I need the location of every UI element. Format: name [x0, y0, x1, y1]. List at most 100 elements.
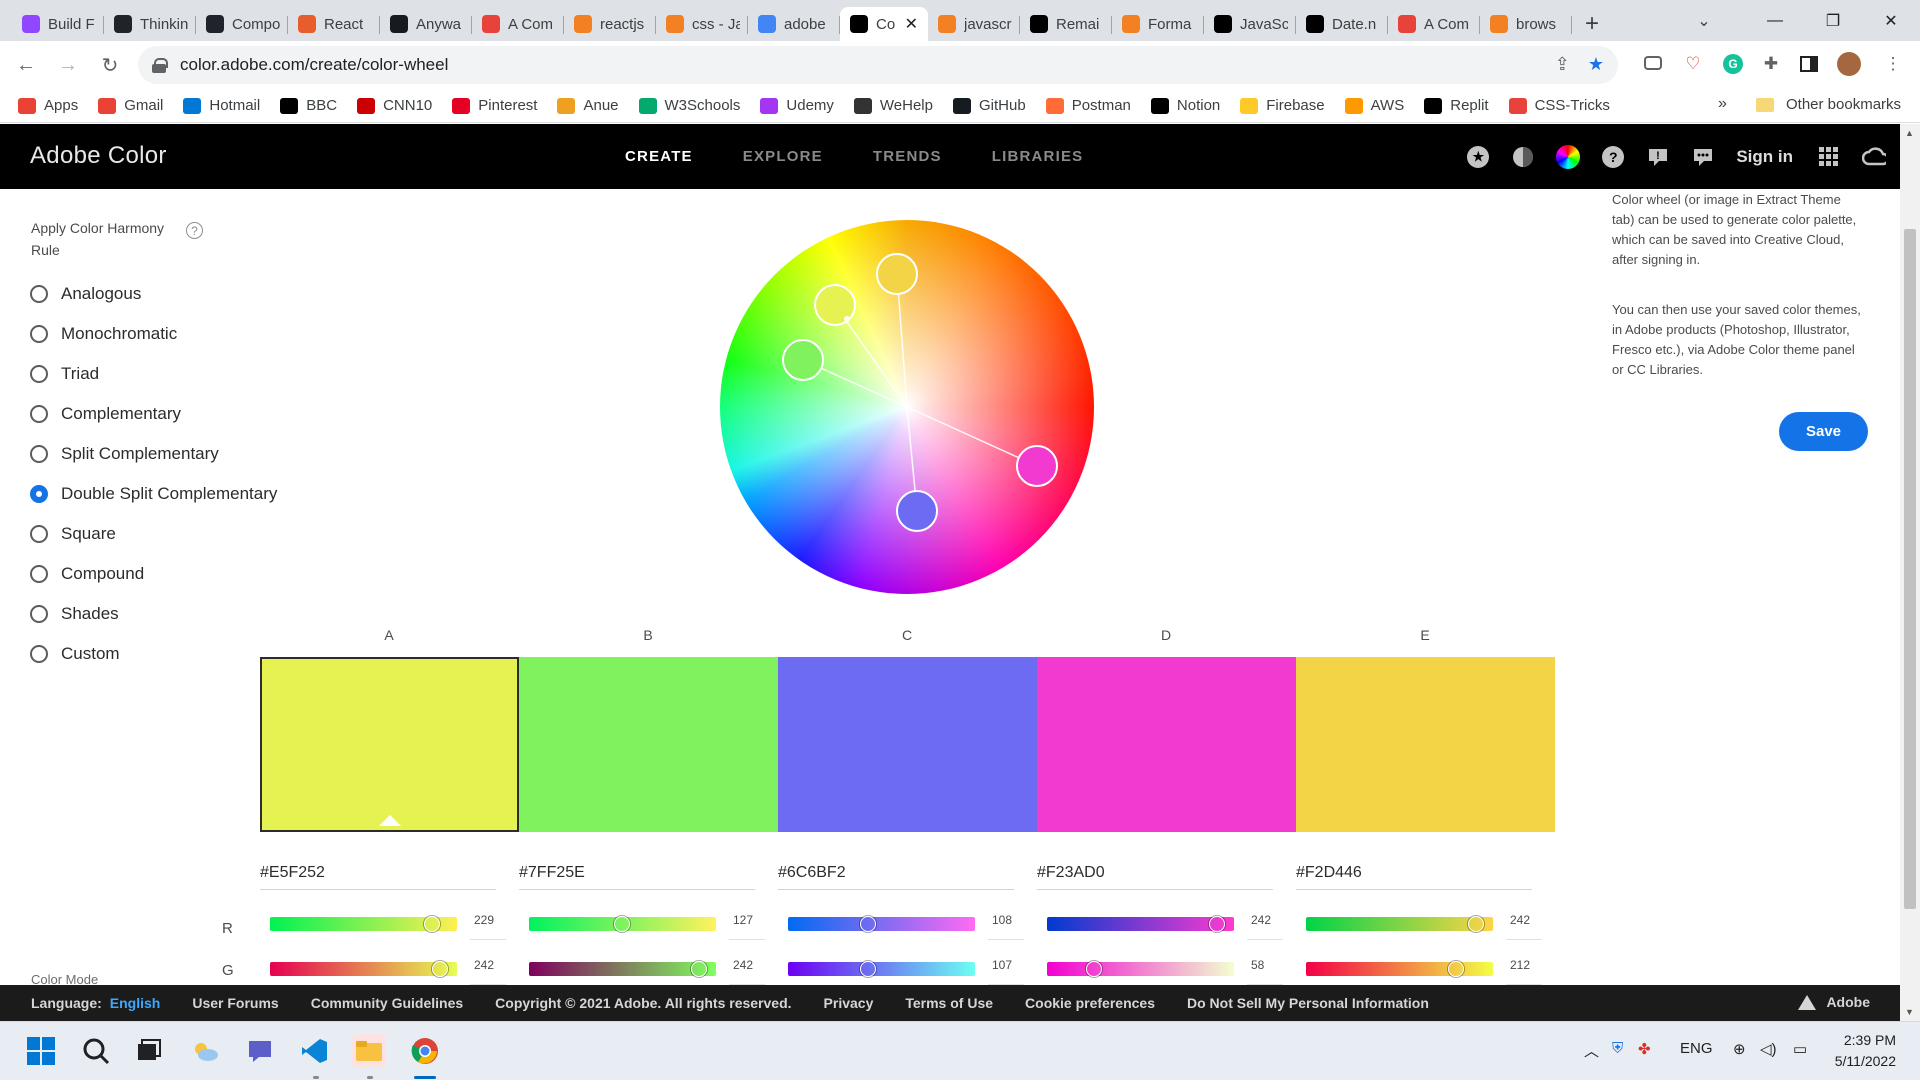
- harmony-rule-option[interactable]: Square: [30, 524, 116, 544]
- feedback-icon[interactable]: !: [1646, 145, 1670, 169]
- channel-g-value[interactable]: 107: [992, 958, 1022, 972]
- browser-tab[interactable]: adobe: [748, 7, 840, 41]
- harmony-rule-option[interactable]: Split Complementary: [30, 444, 219, 464]
- channel-g-value[interactable]: 212: [1510, 958, 1540, 972]
- task-view-icon[interactable]: [132, 1034, 166, 1068]
- harmony-rule-option[interactable]: Compound: [30, 564, 144, 584]
- footer-link-do-not-sell[interactable]: Do Not Sell My Personal Information: [1187, 995, 1429, 1011]
- slider-knob[interactable]: [859, 961, 876, 977]
- harmony-help-icon[interactable]: ?: [186, 222, 203, 239]
- browser-tab[interactable]: A Com: [472, 7, 564, 41]
- radio-button[interactable]: [30, 445, 48, 463]
- radio-button[interactable]: [30, 285, 48, 303]
- browser-tab[interactable]: css - Ja: [656, 7, 748, 41]
- new-tab-button[interactable]: +: [1572, 7, 1612, 41]
- taskbar-clock[interactable]: 2:39 PM 5/11/2022: [1835, 1030, 1896, 1072]
- channel-g-slider[interactable]: [788, 961, 975, 977]
- bookmark-item[interactable]: Hotmail: [183, 97, 260, 114]
- search-icon[interactable]: [79, 1034, 113, 1068]
- chrome-menu-icon[interactable]: ⋮: [1880, 51, 1906, 77]
- extensions-puzzle-icon[interactable]: ✚: [1758, 51, 1784, 77]
- handle-d[interactable]: [1016, 445, 1058, 487]
- side-panel-icon[interactable]: [1796, 51, 1822, 77]
- bookmark-item[interactable]: Anue: [557, 97, 619, 114]
- reload-icon[interactable]: ↻: [90, 45, 130, 85]
- radio-button[interactable]: [30, 605, 48, 623]
- harmony-rule-option[interactable]: Complementary: [30, 404, 181, 424]
- radio-button[interactable]: [30, 645, 48, 663]
- minimize-icon[interactable]: —: [1746, 0, 1804, 41]
- color-wheel[interactable]: [720, 220, 1094, 594]
- help-icon[interactable]: ?: [1601, 145, 1625, 169]
- browser-tab[interactable]: Forma: [1112, 7, 1204, 41]
- vscode-icon[interactable]: [297, 1034, 331, 1068]
- lock-icon[interactable]: [152, 58, 168, 73]
- profile-avatar[interactable]: [1836, 51, 1862, 77]
- brand-title[interactable]: Adobe Color: [30, 142, 167, 170]
- channel-g-slider[interactable]: [1047, 961, 1234, 977]
- discussion-icon[interactable]: [1691, 145, 1715, 169]
- channel-g-value[interactable]: 58: [1251, 958, 1281, 972]
- bookmark-item[interactable]: CNN10: [357, 97, 432, 114]
- browser-tab[interactable]: Co ✕: [840, 7, 928, 41]
- browser-tab[interactable]: Compo: [196, 7, 288, 41]
- browser-tab[interactable]: Remai: [1020, 7, 1112, 41]
- windows-start-icon[interactable]: [24, 1034, 58, 1068]
- nav-libraries[interactable]: LIBRARIES: [992, 148, 1084, 165]
- channel-r-slider[interactable]: [270, 916, 457, 932]
- tray-app-icon[interactable]: ✤: [1638, 1040, 1651, 1058]
- slider-knob[interactable]: [1448, 961, 1465, 977]
- nav-explore[interactable]: EXPLORE: [743, 148, 823, 165]
- bookmarks-overflow-button[interactable]: »: [1718, 95, 1727, 113]
- app-switcher-grid-icon[interactable]: [1817, 145, 1841, 169]
- weather-widget-icon[interactable]: [188, 1034, 222, 1068]
- scroll-down-icon[interactable]: ▼: [1905, 1007, 1914, 1017]
- extension-pocket-icon[interactable]: ♡: [1680, 51, 1706, 77]
- footer-link-cookie-preferences[interactable]: Cookie preferences: [1025, 995, 1155, 1011]
- footer-link-privacy[interactable]: Privacy: [824, 995, 874, 1011]
- slider-knob[interactable]: [1468, 916, 1485, 932]
- harmony-rule-option[interactable]: Double Split Complementary: [30, 484, 277, 504]
- bookmark-item[interactable]: Postman: [1045, 97, 1131, 114]
- channel-g-slider[interactable]: [529, 961, 716, 977]
- browser-tab[interactable]: Thinkin: [104, 7, 196, 41]
- browser-tab[interactable]: reactjs: [564, 7, 656, 41]
- footer-link-terms[interactable]: Terms of Use: [905, 995, 993, 1011]
- channel-r-value[interactable]: 242: [1251, 913, 1281, 927]
- channel-r-value[interactable]: 229: [474, 913, 504, 927]
- browser-tab[interactable]: javascr: [928, 7, 1020, 41]
- slider-knob[interactable]: [1085, 961, 1102, 977]
- volume-icon[interactable]: ◁): [1760, 1040, 1777, 1058]
- bookmark-item[interactable]: BBC: [280, 97, 337, 114]
- share-icon[interactable]: ⇪: [1555, 54, 1570, 75]
- tab-search-icon[interactable]: ⌄: [1684, 0, 1724, 41]
- bookmark-item[interactable]: WeHelp: [853, 97, 933, 114]
- grammarly-icon[interactable]: G: [1720, 51, 1746, 77]
- channel-r-value[interactable]: 127: [733, 913, 763, 927]
- bookmark-star-icon[interactable]: ★: [1588, 54, 1604, 75]
- forward-icon[interactable]: →: [48, 45, 88, 85]
- browser-tab[interactable]: A Com: [1388, 7, 1480, 41]
- battery-icon[interactable]: ▭: [1793, 1040, 1807, 1058]
- bookmark-item[interactable]: Firebase: [1240, 97, 1325, 114]
- slider-knob[interactable]: [1209, 916, 1226, 932]
- color-wheel-icon[interactable]: [1556, 144, 1581, 169]
- bookmark-item[interactable]: Gmail: [98, 97, 163, 114]
- language-selector[interactable]: English: [110, 995, 161, 1011]
- footer-link-user-forums[interactable]: User Forums: [192, 995, 278, 1011]
- radio-button[interactable]: [30, 405, 48, 423]
- hex-input[interactable]: #F2D446: [1296, 864, 1532, 890]
- bookmark-item[interactable]: CSS-Tricks: [1508, 97, 1610, 114]
- bookmark-item[interactable]: Apps: [18, 97, 78, 114]
- other-bookmarks[interactable]: Other bookmarks: [1756, 96, 1901, 113]
- color-swatch[interactable]: [1037, 657, 1296, 832]
- color-swatch[interactable]: [1296, 657, 1555, 832]
- restore-icon[interactable]: ❐: [1804, 0, 1862, 41]
- nav-create[interactable]: CREATE: [625, 148, 693, 165]
- url-bar[interactable]: color.adobe.com/create/color-wheel ⇪ ★: [138, 46, 1618, 84]
- color-swatch[interactable]: [778, 657, 1037, 832]
- scroll-thumb[interactable]: [1904, 229, 1916, 909]
- channel-r-value[interactable]: 108: [992, 913, 1022, 927]
- browser-tab[interactable]: Date.n: [1296, 7, 1388, 41]
- channel-r-slider[interactable]: [1306, 916, 1493, 932]
